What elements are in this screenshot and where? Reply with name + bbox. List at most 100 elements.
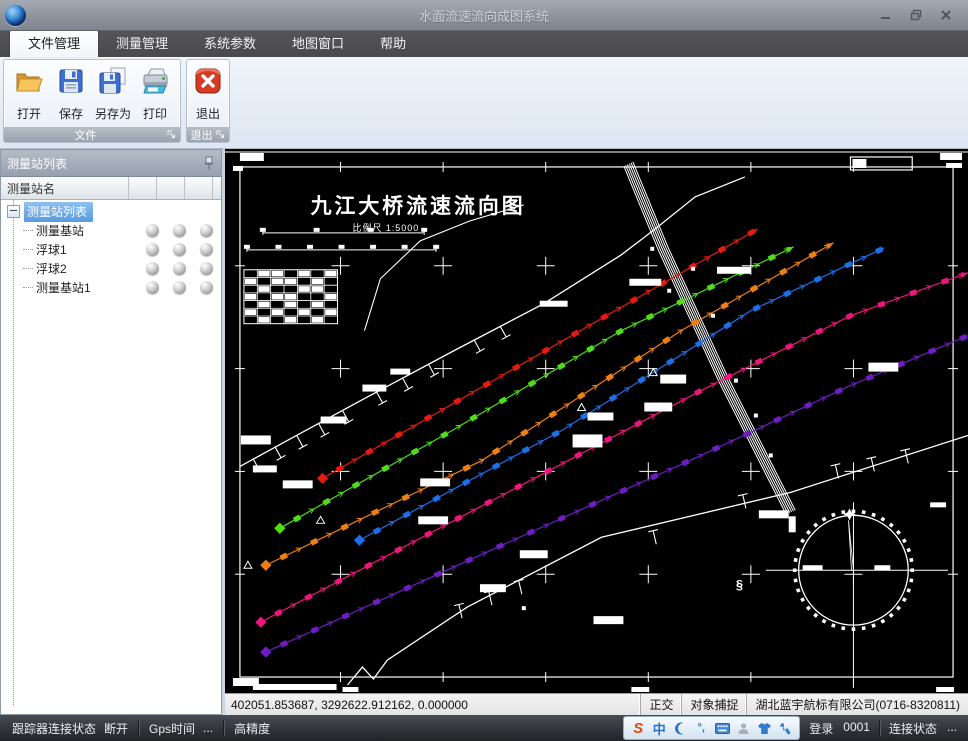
station-name: 浮球1 <box>36 241 67 258</box>
station-name: 测量基站 <box>36 222 84 239</box>
window-title: 水面流速流向成图系统 <box>0 6 968 25</box>
save-button[interactable]: 保存 <box>50 63 92 124</box>
map-label-blob <box>480 584 506 592</box>
tree-root-label: 测量站列表 <box>24 202 93 222</box>
map-label-blob <box>930 502 946 507</box>
map-label-blob <box>343 687 359 692</box>
osnap-toggle[interactable]: 对象捕捉 <box>681 694 746 715</box>
map-scale-label: 比例尺 1:5000 <box>352 222 419 233</box>
map-label-blob <box>631 687 649 692</box>
open-button[interactable]: 打开 <box>8 63 50 124</box>
station-row-3[interactable]: 浮球2 <box>1 259 221 278</box>
status-divider <box>223 720 224 736</box>
station-row-4[interactable]: 测量基站1 <box>1 278 221 297</box>
collapse-icon[interactable] <box>7 205 20 218</box>
map-label-blob <box>520 550 548 558</box>
station-panel-title: 测量站列表 <box>7 155 203 172</box>
tab-system-parameters[interactable]: 系统参数 <box>186 29 274 57</box>
tab-file-management[interactable]: 文件管理 <box>10 29 98 57</box>
precision-mode: 高精度 <box>234 720 270 737</box>
cad-status-bar: 402051.853687, 3292622.912162, 0.000000 … <box>225 693 968 715</box>
column-indicator-1[interactable] <box>129 177 157 199</box>
map-label-blob <box>233 166 243 171</box>
cursor-coordinates: 402051.853687, 3292622.912162, 0.000000 <box>225 698 640 712</box>
status-indicator-orb <box>200 243 213 256</box>
status-indicator-orb <box>173 262 186 275</box>
punctuation-icon[interactable]: °, <box>693 720 709 736</box>
cad-drawing[interactable]: 九江大桥流速流向图比例尺 1:5000§ <box>225 149 968 693</box>
track-blue <box>354 245 886 546</box>
save-as-button[interactable]: 另存为 <box>92 63 134 124</box>
login-label: 登录 <box>809 720 833 737</box>
station-row-2[interactable]: 浮球1 <box>1 240 221 259</box>
status-indicator-orb <box>173 224 186 237</box>
map-label-blob <box>644 403 672 412</box>
map-label-blob <box>362 385 386 392</box>
tracker-status-value: 断开 <box>104 720 128 737</box>
tab-map-window[interactable]: 地图窗口 <box>274 29 362 57</box>
keyboard-icon[interactable] <box>714 720 730 736</box>
station-grid-header: 测量站名 <box>1 177 221 200</box>
print-icon <box>139 65 171 102</box>
skin-tshirt-icon[interactable] <box>756 720 772 736</box>
tab-survey-management[interactable]: 测量管理 <box>98 29 186 57</box>
close-button[interactable] <box>938 8 954 22</box>
save-icon <box>55 65 87 102</box>
exit-group-dialog-launcher-icon[interactable] <box>216 130 226 140</box>
station-row-1[interactable]: 测量基站 <box>1 221 221 240</box>
ribbon-group-file: 打开 保存 <box>3 59 181 143</box>
map-label-blob <box>660 375 686 384</box>
station-tree: 测量站列表 测量基站浮球1 浮球2 测量基站1 <box>1 200 221 714</box>
column-station-name[interactable]: 测量站名 <box>1 177 129 199</box>
file-group-dialog-launcher-icon[interactable] <box>167 130 177 140</box>
ribbon-tab-strip: 文件管理 测量管理 系统参数 地图窗口 帮助 <box>0 31 968 57</box>
chinese-mode-icon[interactable]: 中 <box>651 720 667 736</box>
tree-root-row[interactable]: 测量站列表 <box>1 202 221 221</box>
cad-canvas[interactable]: 九江大桥流速流向图比例尺 1:5000§ <box>225 149 968 693</box>
print-button-label: 打印 <box>143 105 167 122</box>
gps-time-label: Gps时间 <box>149 720 195 737</box>
print-button[interactable]: 打印 <box>134 63 176 124</box>
app-globe-icon <box>5 5 26 26</box>
company-info: 湖北蓝宇航标有限公司(0716-8320811) <box>746 694 968 715</box>
exit-icon <box>192 65 224 102</box>
sogou-ime-icon[interactable]: S <box>630 720 646 736</box>
open-button-label: 打开 <box>17 105 41 122</box>
minimize-button[interactable] <box>878 8 894 22</box>
map-label-blob <box>868 363 898 372</box>
connection-status-value: ... <box>947 720 957 737</box>
track-red <box>317 226 759 484</box>
map-label-blob <box>253 684 337 690</box>
tree-branch-line <box>23 230 33 231</box>
tree-branch-line <box>23 268 33 269</box>
save-as-button-label: 另存为 <box>95 105 131 122</box>
restore-button[interactable] <box>908 8 924 22</box>
column-indicator-3[interactable] <box>185 177 213 199</box>
ribbon: 打开 保存 <box>0 57 968 149</box>
exit-button[interactable]: 退出 <box>191 63 225 124</box>
status-indicator-orb <box>200 224 213 237</box>
map-label-blob <box>946 163 962 168</box>
track-orange-line <box>266 243 834 565</box>
ortho-toggle[interactable]: 正交 <box>640 694 681 715</box>
map-label-blob <box>717 267 751 274</box>
wrench-settings-icon[interactable] <box>777 720 793 736</box>
save-as-icon <box>97 65 129 102</box>
moon-halfwidth-icon[interactable] <box>672 720 688 736</box>
status-indicator-orb <box>146 224 159 237</box>
status-indicator-orb <box>173 281 186 294</box>
pin-icon[interactable] <box>203 156 215 170</box>
station-name: 测量基站1 <box>36 279 91 296</box>
map-label-blob <box>573 434 603 447</box>
track-green <box>274 244 795 534</box>
station-name: 浮球2 <box>36 260 67 277</box>
status-indicator-orb <box>146 262 159 275</box>
tab-help[interactable]: 帮助 <box>362 29 424 57</box>
tree-branch-line <box>23 287 33 288</box>
status-indicator-orb <box>173 243 186 256</box>
map-label-blob <box>629 279 661 286</box>
column-indicator-2[interactable] <box>157 177 185 199</box>
status-indicator-orb <box>146 243 159 256</box>
user-profile-icon[interactable] <box>735 720 751 736</box>
tree-branch-line <box>23 249 33 250</box>
